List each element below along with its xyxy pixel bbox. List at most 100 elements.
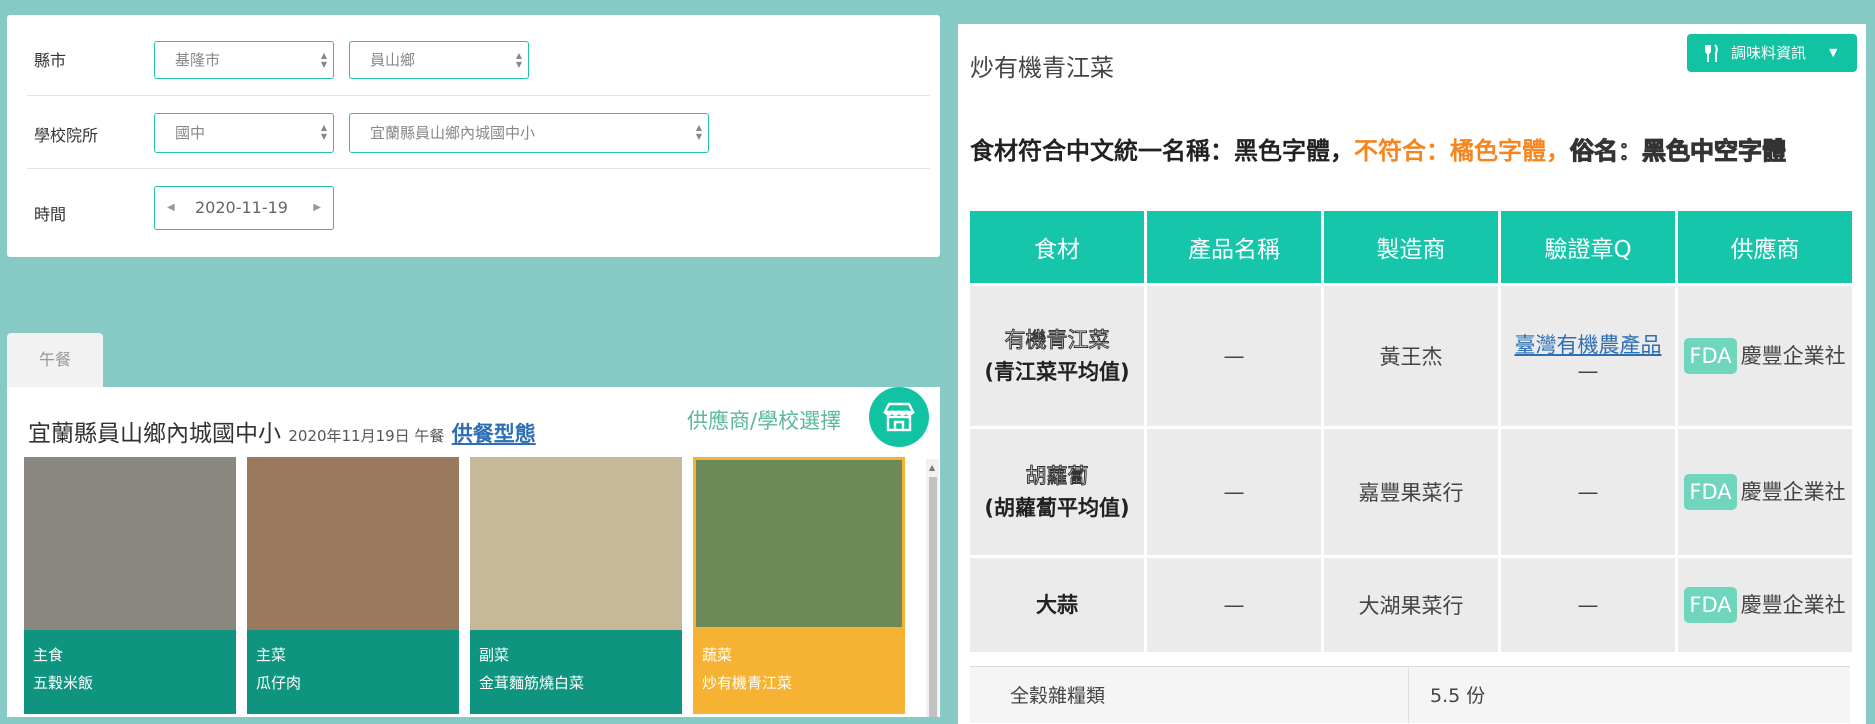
nutrition-divider <box>1408 667 1409 723</box>
supply-type-link[interactable]: 供餐型態 <box>452 422 536 446</box>
town-select-value: 員山鄉 <box>370 51 416 69</box>
table-header-row: 食材 產品名稱 製造商 驗證章Q 供應商 <box>970 211 1852 283</box>
vertical-scrollbar[interactable]: ▲ <box>926 459 939 717</box>
county-label: 縣市 <box>34 51 67 70</box>
cert-extra: — <box>1577 359 1599 383</box>
date-picker[interactable]: ◀ 2020-11-19 ▶ <box>154 186 334 230</box>
school-select-value: 宜蘭縣員山鄉內城國中小 <box>370 124 536 142</box>
prev-date-icon[interactable]: ◀ <box>167 187 175 229</box>
menu-title: 宜蘭縣員山鄉內城國中小 2020年11月19日 午餐 供餐型態 <box>28 414 536 448</box>
dish-detail-panel: 炒有機青江菜 調味料資訊 ▼ 食材符合中文統一名稱：黑色字體，不符合：橘色字體，… <box>958 24 1866 724</box>
naming-legend: 食材符合中文統一名稱：黑色字體，不符合：橘色字體，俗名：黑色中空字體 <box>970 134 1850 168</box>
date-label: 時間 <box>34 205 67 224</box>
county-select-value: 基隆市 <box>175 51 221 69</box>
cert-link[interactable]: 臺灣有機農產品 <box>1515 333 1662 357</box>
fda-badge[interactable]: FDA <box>1684 587 1737 623</box>
menu-panel: 宜蘭縣員山鄉內城國中小 2020年11月19日 午餐 供餐型態 供應商/學校選擇… <box>7 387 940 717</box>
col-supplier: 供應商 <box>1678 211 1852 283</box>
dish-card[interactable]: 主菜 瓜仔肉 <box>247 457 459 714</box>
table-row: 胡蘿蔔 (胡蘿蔔平均值) — 嘉豐果菜行 — FDA 慶豐企業社 <box>970 429 1852 555</box>
legend-nonstandard: 不符合：橘色字體， <box>1354 137 1570 165</box>
dish-photo <box>470 457 682 630</box>
select-arrows-icon: ▲ ▼ <box>515 51 522 69</box>
ingredient-cell: 有機青江菜 (青江菜平均值) <box>970 286 1144 426</box>
supplier-name: 慶豐企業社 <box>1740 480 1846 504</box>
date-value: 2020-11-19 <box>195 198 288 217</box>
dish-name: 五穀米飯 <box>33 674 94 692</box>
dish-photo <box>247 457 459 630</box>
dish-caption: 蔬菜 炒有機青江菜 <box>693 630 905 714</box>
school-level-value: 國中 <box>175 124 206 142</box>
county-select[interactable]: 基隆市 ▲ ▼ <box>154 41 334 79</box>
date-row: 時間 ◀ 2020-11-19 ▶ <box>27 169 930 254</box>
dish-category: 主食 <box>33 646 64 664</box>
ingredient-common-name: 有機青江菜 <box>1004 328 1110 353</box>
col-maker: 製造商 <box>1324 211 1498 283</box>
supplier-name: 慶豐企業社 <box>1740 593 1846 617</box>
dish-category: 蔬菜 <box>702 646 733 664</box>
supplier-school-select-label[interactable]: 供應商/學校選擇 <box>687 405 841 435</box>
store-icon <box>883 402 915 432</box>
dish-photo <box>24 457 236 630</box>
dish-name: 炒有機青江菜 <box>702 674 793 692</box>
dish-category: 副菜 <box>479 646 510 664</box>
maker-cell: 大湖果菜行 <box>1324 558 1498 652</box>
supplier-name: 慶豐企業社 <box>1740 344 1846 368</box>
next-date-icon[interactable]: ▶ <box>313 187 321 229</box>
dish-card[interactable]: 副菜 金茸麵筋燒白菜 <box>470 457 682 714</box>
product-cell: — <box>1147 286 1321 426</box>
product-cell: — <box>1147 429 1321 555</box>
table-row: 大蒜 — 大湖果菜行 — FDA 慶豐企業社 <box>970 558 1852 652</box>
seasoning-info-button[interactable]: 調味料資訊 ▼ <box>1687 34 1857 72</box>
nutrition-value: 5.5 份 <box>1430 685 1486 707</box>
table-row: 有機青江菜 (青江菜平均值) — 黃王杰 臺灣有機農產品 — FDA 慶豐企業社 <box>970 286 1852 426</box>
cert-cell: — <box>1501 558 1675 652</box>
legend-common-name: 俗名：黑色中空字體 <box>1570 137 1787 166</box>
dish-card-selected[interactable]: 蔬菜 炒有機青江菜 <box>693 457 905 714</box>
date-meal: 2020年11月19日 午餐 <box>288 427 445 445</box>
ingredient-cell: 大蒜 <box>970 558 1144 652</box>
col-cert: 驗證章Q <box>1501 211 1675 283</box>
town-select[interactable]: 員山鄉 ▲ ▼ <box>349 41 529 79</box>
tab-lunch[interactable]: 午餐 <box>7 333 103 387</box>
nutrition-row: 全穀雜糧類 5.5 份 <box>970 666 1850 723</box>
school-select[interactable]: 宜蘭縣員山鄉內城國中小 ▲ ▼ <box>349 113 709 153</box>
seasoning-info-label: 調味料資訊 <box>1731 44 1807 62</box>
utensils-icon <box>1705 34 1719 86</box>
scroll-up-icon[interactable]: ▲ <box>929 463 935 472</box>
ingredient-common-name: 胡蘿蔔 <box>1025 464 1089 489</box>
supplier-cell: FDA 慶豐企業社 <box>1678 286 1852 426</box>
dish-name: 瓜仔肉 <box>256 674 302 692</box>
dish-title: 炒有機青江菜 <box>970 54 1114 82</box>
school-label: 學校院所 <box>34 126 99 145</box>
fda-badge[interactable]: FDA <box>1684 474 1737 510</box>
ingredient-cell: 胡蘿蔔 (胡蘿蔔平均值) <box>970 429 1144 555</box>
dish-caption: 副菜 金茸麵筋燒白菜 <box>470 630 682 714</box>
school-level-select[interactable]: 國中 ▲ ▼ <box>154 113 334 153</box>
scrollbar-thumb[interactable] <box>929 477 937 717</box>
ingredient-standard-name: (青江菜平均值) <box>984 360 1130 384</box>
ingredient-standard-name: (胡蘿蔔平均值) <box>984 496 1130 520</box>
cert-cell: — <box>1501 429 1675 555</box>
supplier-cell: FDA 慶豐企業社 <box>1678 429 1852 555</box>
ingredients-table: 食材 產品名稱 製造商 驗證章Q 供應商 有機青江菜 (青江菜平均值) — 黃王… <box>967 208 1855 655</box>
col-ingredient: 食材 <box>970 211 1144 283</box>
dish-caption: 主菜 瓜仔肉 <box>247 630 459 714</box>
dish-photo <box>693 457 905 630</box>
school-row: 學校院所 國中 ▲ ▼ 宜蘭縣員山鄉內城國中小 ▲ ▼ <box>27 96 930 169</box>
dish-caption: 主食 五穀米飯 <box>24 630 236 714</box>
store-button[interactable] <box>869 387 929 447</box>
school-name: 宜蘭縣員山鄉內城國中小 <box>28 421 281 447</box>
caret-down-icon: ▼ <box>1829 46 1838 59</box>
maker-cell: 嘉豐果菜行 <box>1324 429 1498 555</box>
product-cell: — <box>1147 558 1321 652</box>
col-product: 產品名稱 <box>1147 211 1321 283</box>
select-arrows-icon: ▲ ▼ <box>320 51 327 69</box>
cert-cell: 臺灣有機農產品 — <box>1501 286 1675 426</box>
maker-cell: 黃王杰 <box>1324 286 1498 426</box>
nutrition-label: 全穀雜糧類 <box>1010 685 1106 707</box>
dish-card[interactable]: 主食 五穀米飯 <box>24 457 236 714</box>
select-arrows-icon: ▲ ▼ <box>320 123 327 141</box>
fda-badge[interactable]: FDA <box>1684 338 1737 374</box>
dish-category: 主菜 <box>256 646 287 664</box>
